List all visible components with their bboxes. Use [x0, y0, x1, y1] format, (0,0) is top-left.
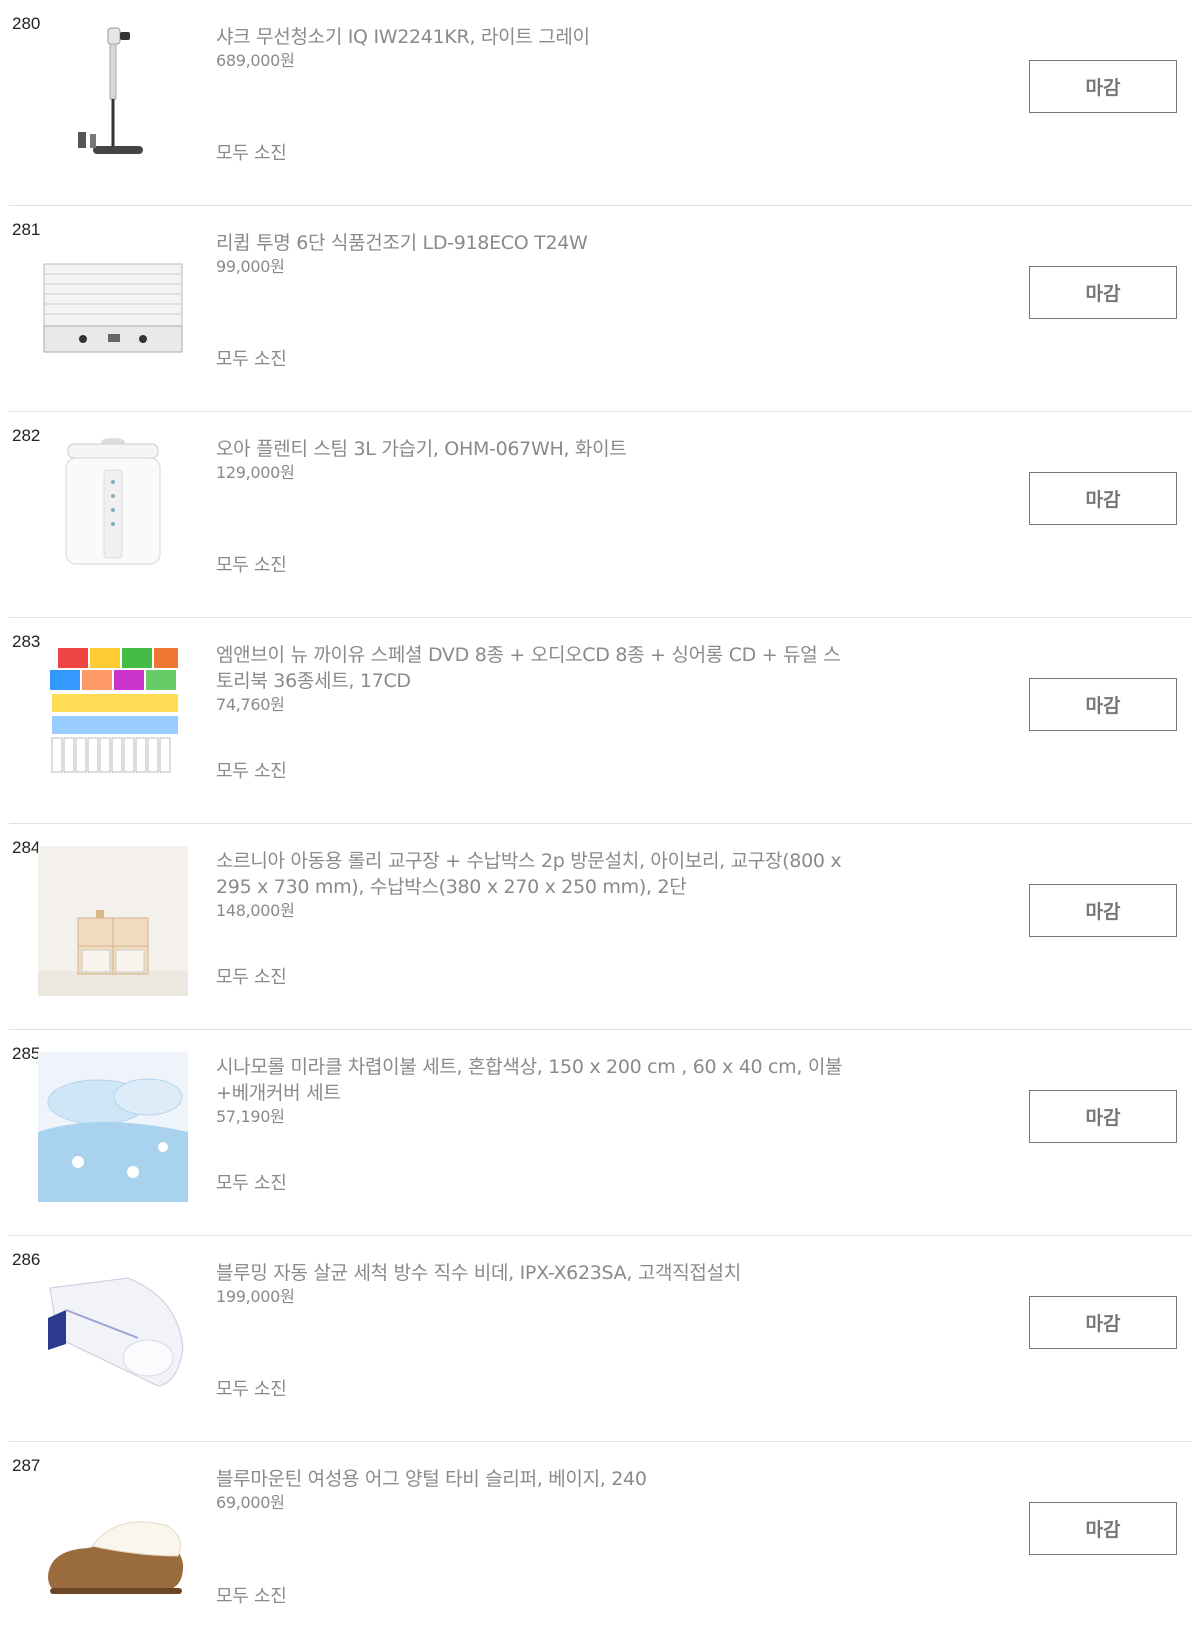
bidet-icon [48, 1277, 184, 1387]
fur-slipper-icon [48, 1521, 184, 1594]
item-number: 281 [12, 220, 41, 239]
stock-status: 모두 소진 [216, 349, 287, 370]
product-price: 199,000원 [216, 1287, 295, 1306]
product-title[interactable]: 리큅 투명 6단 식품건조기 LD-918ECO T24W [216, 230, 856, 256]
product-title[interactable]: 블루밍 자동 살균 세척 방수 직수 비데, IPX-X623SA, 고객직접설… [216, 1260, 856, 1286]
dvd-book-set-icon [50, 648, 178, 773]
item-number: 280 [12, 14, 41, 33]
bedding-set-icon [38, 1052, 188, 1202]
product-image[interactable] [38, 434, 188, 584]
stock-status: 모두 소진 [216, 967, 287, 988]
closed-button[interactable]: 마감 [1029, 266, 1177, 319]
product-image[interactable] [38, 22, 188, 172]
list-item[interactable]: 280 샤크 무선청소기 IQ IW2241KR, 라이트 그레이 689,00… [9, 0, 1192, 206]
item-number: 286 [12, 1250, 41, 1269]
closed-button[interactable]: 마감 [1029, 60, 1177, 113]
product-title[interactable]: 소르니아 아동용 롤리 교구장 + 수납박스 2p 방문설치, 아이보리, 교구… [216, 848, 856, 900]
list-item[interactable]: 282 오아 플렌티 스팀 3L 가습기, OHM-067WH, 화이트 129… [9, 412, 1192, 618]
product-image[interactable] [38, 1258, 188, 1408]
item-number: 283 [12, 632, 41, 651]
product-image[interactable] [38, 846, 188, 996]
product-title[interactable]: 오아 플렌티 스팀 3L 가습기, OHM-067WH, 화이트 [216, 436, 856, 462]
closed-button[interactable]: 마감 [1029, 884, 1177, 937]
closed-button[interactable]: 마감 [1029, 1296, 1177, 1349]
item-number: 282 [12, 426, 41, 445]
humidifier-icon [65, 438, 161, 565]
item-number: 285 [12, 1044, 41, 1063]
item-number: 284 [12, 838, 41, 857]
product-price: 99,000원 [216, 257, 285, 276]
stock-status: 모두 소진 [216, 1586, 287, 1607]
stock-status: 모두 소진 [216, 1379, 287, 1400]
list-item[interactable]: 281 리큅 투명 6단 식품건조기 LD-918ECO T24W 99,000… [9, 206, 1192, 412]
kids-shelf-icon [38, 846, 188, 996]
product-title[interactable]: 샤크 무선청소기 IQ IW2241KR, 라이트 그레이 [216, 24, 856, 50]
stock-status: 모두 소진 [216, 555, 287, 576]
stock-status: 모두 소진 [216, 1173, 287, 1194]
product-title[interactable]: 블루마운틴 여성용 어그 양털 타비 슬리퍼, 베이지, 240 [216, 1466, 856, 1492]
product-image[interactable] [38, 1464, 188, 1614]
stock-status: 모두 소진 [216, 761, 287, 782]
list-item[interactable]: 283 엠앤브이 뉴 까이유 스페셜 DVD 8종 + 오디오CD 8종 + 싱… [9, 618, 1192, 824]
list-item[interactable]: 287 블루마운틴 여성용 어그 양털 타비 슬리퍼, 베이지, 240 69,… [9, 1442, 1192, 1648]
product-image[interactable] [38, 640, 188, 790]
closed-button[interactable]: 마감 [1029, 678, 1177, 731]
product-price: 57,190원 [216, 1107, 285, 1126]
product-price: 148,000원 [216, 901, 295, 920]
closed-button[interactable]: 마감 [1029, 1502, 1177, 1555]
product-image[interactable] [38, 1052, 188, 1202]
list-item[interactable]: 284 소르니아 아동용 롤리 교구장 + 수납박스 2p 방문설치, 아이보리… [9, 824, 1192, 1030]
product-price: 129,000원 [216, 463, 295, 482]
product-price: 69,000원 [216, 1493, 285, 1512]
stick-vacuum-icon [78, 27, 143, 154]
closed-button[interactable]: 마감 [1029, 1090, 1177, 1143]
item-number: 287 [12, 1456, 41, 1475]
product-image[interactable] [38, 228, 188, 378]
closed-button[interactable]: 마감 [1029, 472, 1177, 525]
product-title[interactable]: 엠앤브이 뉴 까이유 스페셜 DVD 8종 + 오디오CD 8종 + 싱어롱 C… [216, 642, 856, 694]
product-title[interactable]: 시나모롤 미라클 차렵이불 세트, 혼합색상, 150 x 200 cm , 6… [216, 1054, 856, 1106]
product-price: 689,000원 [216, 51, 295, 70]
food-dehydrator-icon [43, 263, 183, 353]
list-item[interactable]: 285 시나모롤 미라클 차렵이불 세트, 혼합색상, 150 x 200 cm… [9, 1030, 1192, 1236]
product-list: 280 샤크 무선청소기 IQ IW2241KR, 라이트 그레이 689,00… [0, 0, 1201, 1648]
stock-status: 모두 소진 [216, 143, 287, 164]
list-item[interactable]: 286 블루밍 자동 살균 세척 방수 직수 비데, IPX-X623SA, 고… [9, 1236, 1192, 1442]
product-price: 74,760원 [216, 695, 285, 714]
